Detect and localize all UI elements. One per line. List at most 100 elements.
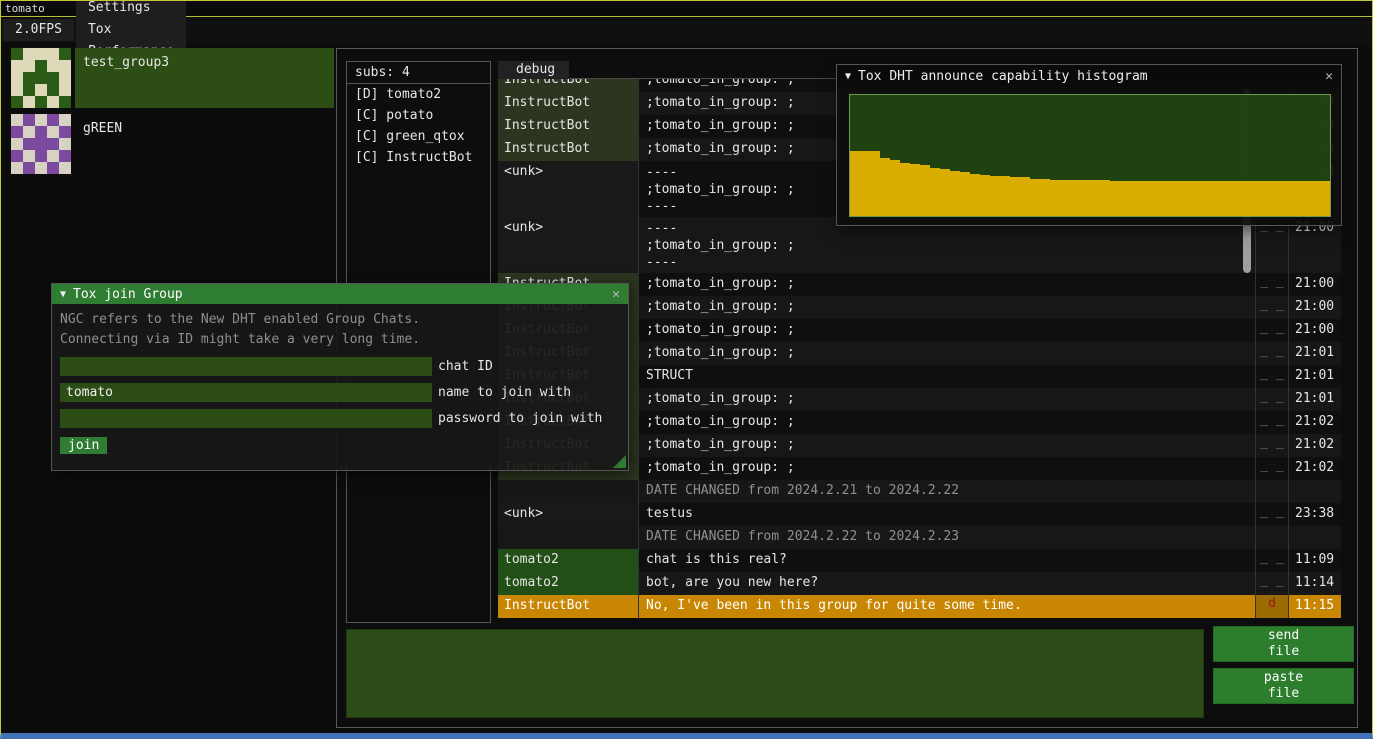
message-cell: ;tomato_in_group: ; <box>639 273 1256 296</box>
tab-debug[interactable]: debug <box>498 61 569 79</box>
avatar-pixel <box>59 114 71 126</box>
send-file-button[interactable]: send file <box>1213 626 1354 662</box>
avatar-pixel <box>11 162 23 174</box>
group-item-gREEN[interactable]: gREEN <box>1 114 336 174</box>
avatar-pixel <box>23 72 35 84</box>
close-icon[interactable]: ✕ <box>1325 69 1333 84</box>
avatar-pixel <box>47 72 59 84</box>
avatar-pixel <box>35 48 47 60</box>
join-name-input[interactable] <box>60 383 432 402</box>
join-info-line-2: Connecting via ID might take a very long… <box>60 330 620 350</box>
avatar-pixel <box>11 126 23 138</box>
fps-counter: 2.0FPS <box>3 19 74 41</box>
subs-list-item[interactable]: [C] green_qtox <box>347 126 490 147</box>
name-cell <box>498 480 639 503</box>
histogram-bar <box>970 174 980 216</box>
message-cell: testus <box>639 503 1256 526</box>
join-field-label: chat ID <box>438 359 493 374</box>
histogram-bar <box>860 151 870 216</box>
message-row[interactable]: tomato2bot, are you new here?_ _11:14 <box>498 572 1341 595</box>
histogram-bar <box>1240 181 1250 216</box>
histogram-bar <box>950 171 960 216</box>
avatar-pixel <box>23 96 35 108</box>
group-avatar <box>11 114 71 174</box>
collapse-arrow-icon[interactable]: ▼ <box>845 71 851 82</box>
join-password-input[interactable] <box>60 409 432 428</box>
chat-id-input[interactable] <box>60 357 432 376</box>
status-cell: _ _ <box>1256 342 1289 365</box>
window-titlebar[interactable]: tomato <box>1 1 1372 17</box>
message-row[interactable]: <unk>testus_ _23:38 <box>498 503 1341 526</box>
histogram-bar <box>1210 181 1220 216</box>
histogram-bar <box>1190 181 1200 216</box>
avatar-pixel <box>35 84 47 96</box>
menu-item-settings[interactable]: Settings <box>76 0 186 19</box>
histogram-bar <box>960 172 970 216</box>
date-separator-row: DATE CHANGED from 2024.2.22 to 2024.2.23 <box>498 526 1341 549</box>
histogram-bar <box>1010 177 1020 216</box>
histogram-bar <box>1250 181 1260 216</box>
group-item-test_group3[interactable]: test_group3 <box>1 48 336 108</box>
avatar-pixel <box>11 60 23 72</box>
menu-bar: 2.0FPS SettingsToxPerformance <box>1 18 1372 42</box>
message-cell: ;tomato_in_group: ; <box>639 296 1256 319</box>
avatar-pixel <box>35 150 47 162</box>
avatar-pixel <box>35 162 47 174</box>
histogram-bar <box>910 164 920 216</box>
avatar-pixel <box>59 72 71 84</box>
avatar-pixel <box>11 138 23 150</box>
resize-grip-icon[interactable] <box>613 455 626 468</box>
message-cell: ;tomato_in_group: ; <box>639 434 1256 457</box>
join-group-window: ▼ Tox join Group ✕ NGC refers to the New… <box>51 283 629 471</box>
message-input[interactable] <box>346 629 1204 718</box>
message-cell: No, I've been in this group for quite so… <box>639 595 1256 618</box>
message-row[interactable]: tomato2chat is this real?_ _11:09 <box>498 549 1341 572</box>
message-cell: ;tomato_in_group: ; <box>639 342 1256 365</box>
histogram-bar <box>1220 181 1230 216</box>
paste-file-button[interactable]: paste file <box>1213 668 1354 704</box>
histogram-bar <box>1260 181 1270 216</box>
subs-list-item[interactable]: [D] tomato2 <box>347 84 490 105</box>
histogram-bar <box>880 158 890 216</box>
message-row[interactable]: InstructBotNo, I've been in this group f… <box>498 595 1341 618</box>
subs-list-item[interactable]: [C] potato <box>347 105 490 126</box>
histogram-bar <box>1040 179 1050 217</box>
join-group-titlebar[interactable]: ▼ Tox join Group ✕ <box>52 284 628 304</box>
join-button[interactable]: join <box>60 437 107 454</box>
status-cell: _ _ <box>1256 457 1289 480</box>
window-title: tomato <box>5 2 45 15</box>
histogram-bar <box>1280 181 1290 216</box>
avatar-pixel <box>23 114 35 126</box>
histogram-titlebar[interactable]: ▼ Tox DHT announce capability histogram … <box>837 65 1341 87</box>
histogram-bar <box>1020 177 1030 216</box>
avatar-pixel <box>23 48 35 60</box>
time-cell: 21:00 <box>1289 319 1340 342</box>
avatar-pixel <box>47 138 59 150</box>
subs-list-item[interactable]: [C] InstructBot <box>347 147 490 168</box>
group-label: test_group3 <box>75 48 334 108</box>
status-cell: _ _ <box>1256 388 1289 411</box>
collapse-arrow-icon[interactable]: ▼ <box>60 289 66 300</box>
avatar-pixel <box>11 96 23 108</box>
avatar-pixel <box>35 60 47 72</box>
group-name: gREEN <box>83 121 122 136</box>
group-name: test_group3 <box>83 55 169 70</box>
status-cell: _ _ <box>1256 365 1289 388</box>
avatar-pixel <box>35 72 47 84</box>
close-icon[interactable]: ✕ <box>612 287 620 302</box>
status-cell: _ _ <box>1256 411 1289 434</box>
name-cell: InstructBot <box>498 92 639 115</box>
avatar-pixel <box>23 60 35 72</box>
avatar-pixel <box>23 162 35 174</box>
status-cell: d <box>1256 595 1289 618</box>
join-group-title: Tox join Group <box>73 287 605 302</box>
avatar-pixel <box>59 48 71 60</box>
menu-item-tox[interactable]: Tox <box>76 19 186 41</box>
name-cell: InstructBot <box>498 115 639 138</box>
status-cell: _ _ <box>1256 572 1289 595</box>
message-cell: ;tomato_in_group: ; <box>639 457 1256 480</box>
avatar-pixel <box>59 150 71 162</box>
avatar-pixel <box>47 48 59 60</box>
status-cell <box>1256 480 1289 503</box>
time-cell: 21:02 <box>1289 457 1340 480</box>
